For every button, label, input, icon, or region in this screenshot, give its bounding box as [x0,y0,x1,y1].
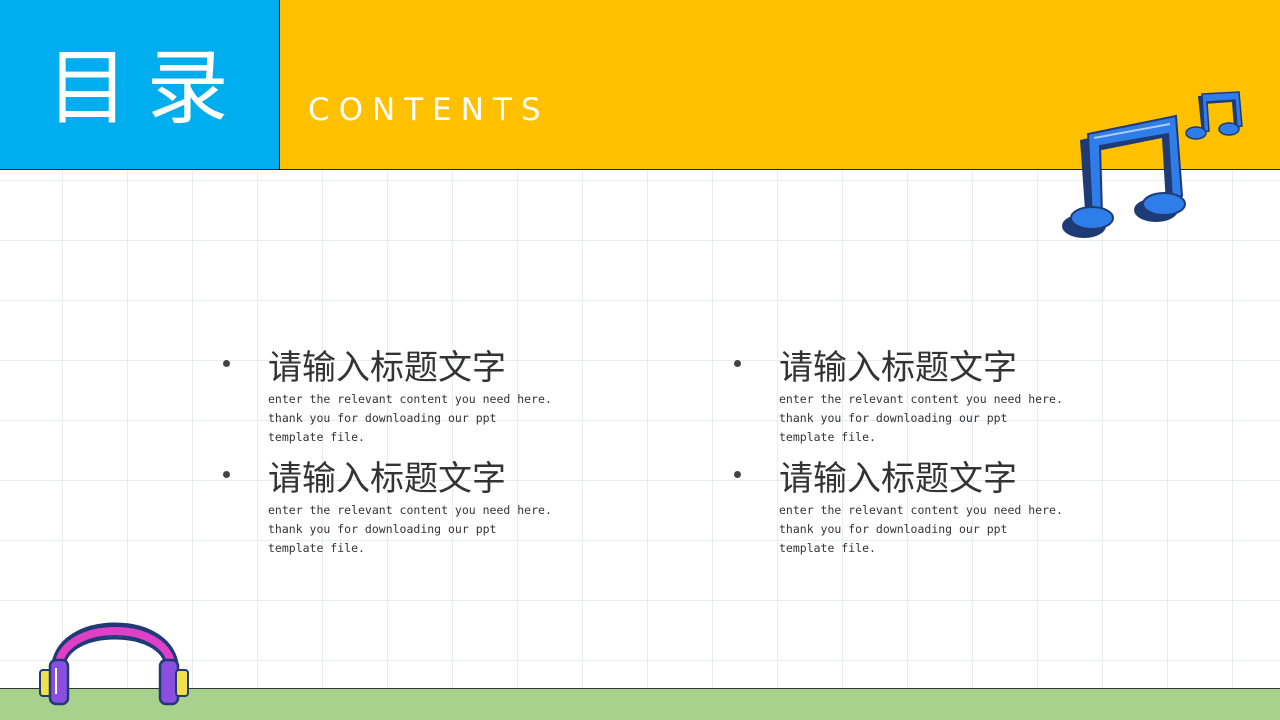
item-description: enter the relevant content you need here… [268,503,552,555]
list-item: 请输入标题文字 enter the relevant content you n… [734,348,1119,447]
item-title: 请输入标题文字 [268,459,506,499]
page-subtitle: CONTENTS [308,92,550,128]
music-notes-icon [1062,91,1243,238]
bullet [734,471,741,478]
list-item: 请输入标题文字 enter the relevant content you n… [223,348,608,447]
bullet [734,360,741,367]
list-item: 请输入标题文字 enter the relevant content you n… [734,459,1119,558]
page-title: 目录 [46,41,247,136]
item-description: enter the relevant content you need here… [779,392,1063,444]
bullet [223,360,230,367]
headphones-icon [39,622,189,706]
item-title: 请输入标题文字 [779,348,1017,388]
item-title: 请输入标题文字 [779,459,1017,499]
big-note [1062,114,1186,238]
item-description: enter the relevant content you need here… [268,392,552,444]
list-item: 请输入标题文字 enter the relevant content you n… [223,459,608,558]
bullet [223,471,230,478]
item-description: enter the relevant content you need here… [779,503,1063,555]
title-box: 目录 [0,0,280,170]
small-note [1185,91,1243,140]
item-title: 请输入标题文字 [268,348,506,388]
